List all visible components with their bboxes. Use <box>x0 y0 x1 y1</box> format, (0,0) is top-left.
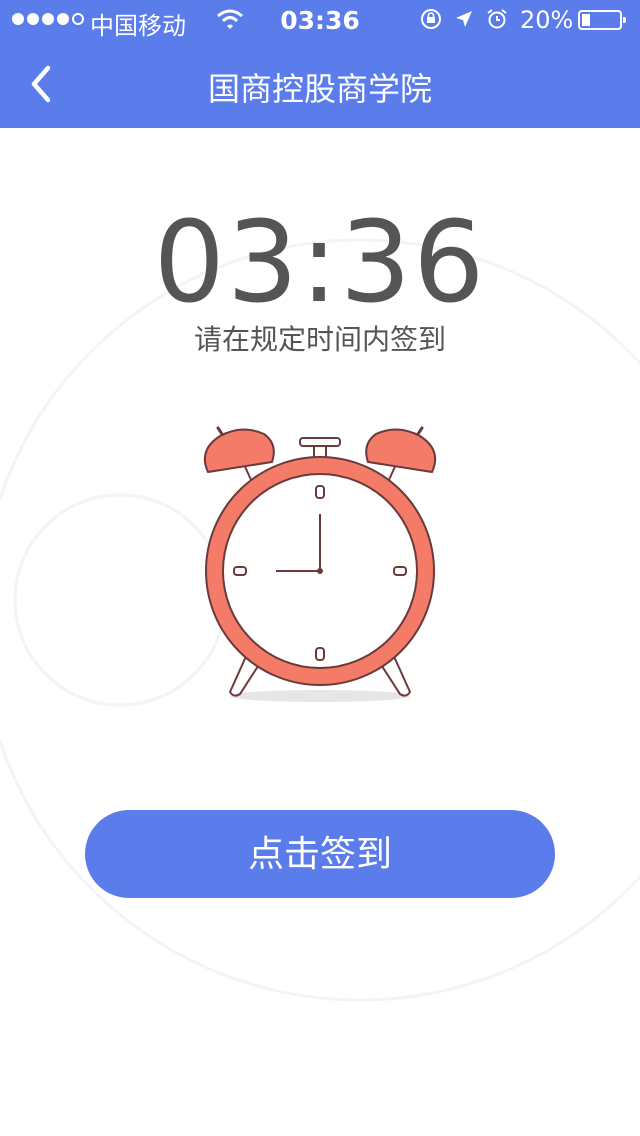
battery-icon <box>578 10 626 30</box>
header: 中国移动 03:36 20% 国商控股商学院 <box>0 0 640 128</box>
alarm-clock-icon <box>204 426 436 702</box>
location-icon <box>456 11 472 27</box>
current-time-display: 03:36 <box>153 198 487 328</box>
page-title: 国商控股商学院 <box>207 70 432 108</box>
rotation-lock-icon <box>421 9 441 29</box>
alarm-icon <box>487 9 507 29</box>
status-bar: 中国移动 03:36 20% <box>0 0 640 40</box>
nav-bar: 国商控股商学院 <box>0 40 640 128</box>
battery-percentage: 20% <box>520 6 574 34</box>
sign-in-hint: 请在规定时间内签到 <box>193 323 446 356</box>
sign-in-button[interactable]: 点击签到 <box>85 810 555 898</box>
